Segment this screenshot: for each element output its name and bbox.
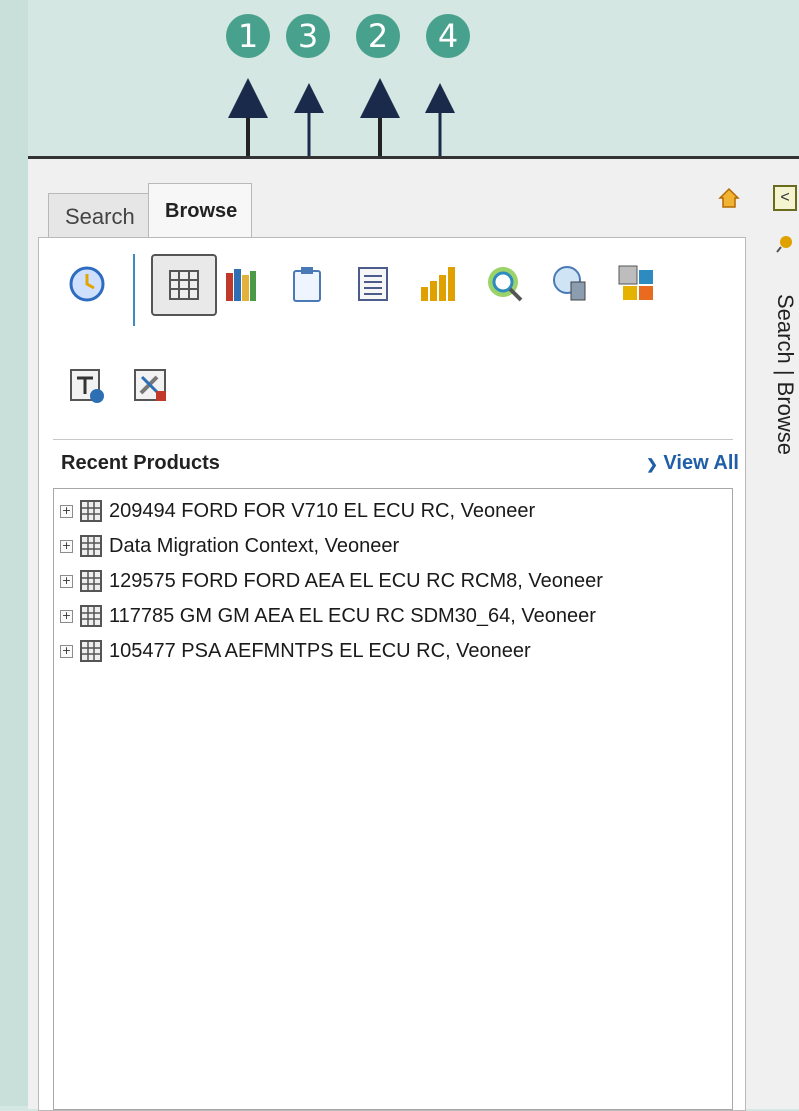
browse-window: Search Browse Recent Products ❯ View All…	[28, 156, 799, 1111]
target-search-icon[interactable]	[483, 262, 527, 306]
product-grid-icon	[80, 500, 102, 522]
properties-icon[interactable]	[65, 364, 109, 408]
expand-plus-icon[interactable]: +	[60, 574, 73, 588]
product-label: 129575 FORD FORD AEA EL ECU RC RCM8, Veo…	[109, 569, 603, 592]
form-document-icon[interactable]	[351, 262, 395, 306]
recent-products-list: + 209494 FORD FOR V710 EL ECU RC, Veonee…	[53, 488, 733, 1110]
tools-icon[interactable]	[129, 364, 173, 408]
list-item[interactable]: + 105477 PSA AEFMNTPS EL ECU RC, Veoneer	[60, 635, 531, 667]
bar-chart-icon[interactable]	[415, 262, 459, 306]
chevron-right-icon: ❯	[646, 456, 658, 472]
tab-search-label: Search	[65, 204, 135, 229]
product-grid-icon	[80, 570, 102, 592]
list-item[interactable]: + 209494 FORD FOR V710 EL ECU RC, Veonee…	[60, 495, 535, 527]
section-divider	[53, 439, 733, 440]
expand-plus-icon[interactable]: +	[60, 504, 73, 518]
tab-browse-label: Browse	[165, 200, 238, 222]
product-grid-icon	[80, 535, 102, 557]
expand-plus-icon[interactable]: +	[60, 609, 73, 623]
tab-browse[interactable]: Browse	[148, 183, 252, 238]
product-label: 105477 PSA AEFMNTPS EL ECU RC, Veoneer	[109, 639, 531, 662]
toolbar-separator	[133, 254, 135, 326]
expand-plus-icon[interactable]: +	[60, 539, 73, 553]
collapse-panel-button[interactable]: <	[773, 185, 797, 211]
list-item[interactable]: + 129575 FORD FORD AEA EL ECU RC RCM8, V…	[60, 565, 603, 597]
product-grid-icon	[80, 605, 102, 627]
product-label: Data Migration Context, Veoneer	[109, 534, 400, 557]
home-icon[interactable]	[718, 187, 740, 209]
view-all-label: View All	[663, 452, 739, 474]
list-item[interactable]: + Data Migration Context, Veoneer	[60, 530, 399, 562]
search-browse-vertical-tab[interactable]: Search | Browse	[772, 294, 798, 455]
expand-plus-icon[interactable]: +	[60, 644, 73, 658]
list-item[interactable]: + 117785 GM GM AEA EL ECU RC SDM30_64, V…	[60, 600, 596, 632]
pin-icon[interactable]	[776, 235, 794, 253]
recent-products-heading: Recent Products	[61, 452, 220, 474]
color-blocks-icon[interactable]	[615, 262, 659, 306]
product-grid-icon	[80, 640, 102, 662]
library-books-icon[interactable]	[219, 262, 263, 306]
callout-badge-2: 2	[356, 14, 400, 58]
product-grid-icon[interactable]	[151, 254, 217, 316]
tab-search[interactable]: Search	[48, 193, 162, 238]
product-label: 209494 FORD FOR V710 EL ECU RC, Veoneer	[109, 499, 536, 522]
product-label: 117785 GM GM AEA EL ECU RC SDM30_64, Veo…	[109, 604, 596, 627]
callout-badge-1: 1	[226, 14, 270, 58]
clipboard-icon[interactable]	[285, 262, 329, 306]
callout-badge-3: 3	[286, 14, 330, 58]
browse-panel: Recent Products ❯ View All + 209494 FORD…	[38, 237, 746, 1111]
globe-building-icon[interactable]	[549, 262, 593, 306]
view-all-link[interactable]: ❯ View All	[646, 452, 739, 475]
history-clock-icon[interactable]	[65, 262, 109, 306]
callout-badge-4: 4	[426, 14, 470, 58]
